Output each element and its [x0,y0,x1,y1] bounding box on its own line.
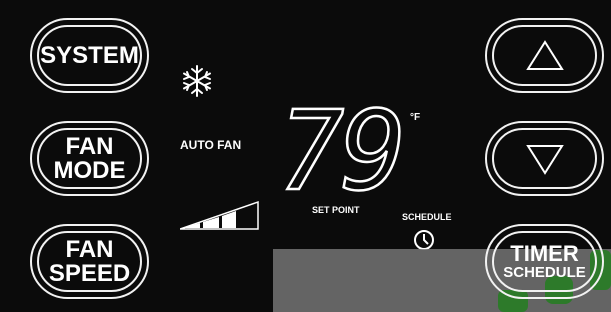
down-button[interactable] [485,121,604,196]
fan-mode-label-line1: FAN [65,132,114,160]
system-button-label: SYSTEM [40,41,139,69]
fan-speed-label-line1: FAN [65,235,114,263]
triangle-up-icon [525,39,564,70]
setpoint-label: SET POINT [312,205,360,215]
fan-speed-bars-icon [180,200,259,230]
fan-speed-label-line2: SPEED [48,259,131,287]
snowflake-icon [183,65,211,97]
clock-icon [414,230,434,250]
fan-mode-button[interactable]: FAN MODE [30,121,149,196]
triangle-down-icon [525,144,564,175]
up-button[interactable] [485,18,604,93]
timer-label: TIMER [510,241,579,266]
timer-schedule-button[interactable]: TIMER SCHEDULE [485,224,604,299]
thermostat-panel: SYSTEM FAN MODE FAN SPEED AUTO FAN 79 °F… [0,0,611,312]
unit-label: °F [410,112,421,123]
system-button[interactable]: SYSTEM [30,18,149,93]
temperature-display: 79 [277,87,408,215]
fan-speed-button[interactable]: FAN SPEED [30,224,149,299]
schedule-button-label: SCHEDULE [503,264,586,281]
fan-mode-indicator: AUTO FAN [180,138,242,152]
fan-mode-label-line2: MODE [53,156,126,184]
schedule-label: SCHEDULE [402,212,452,222]
